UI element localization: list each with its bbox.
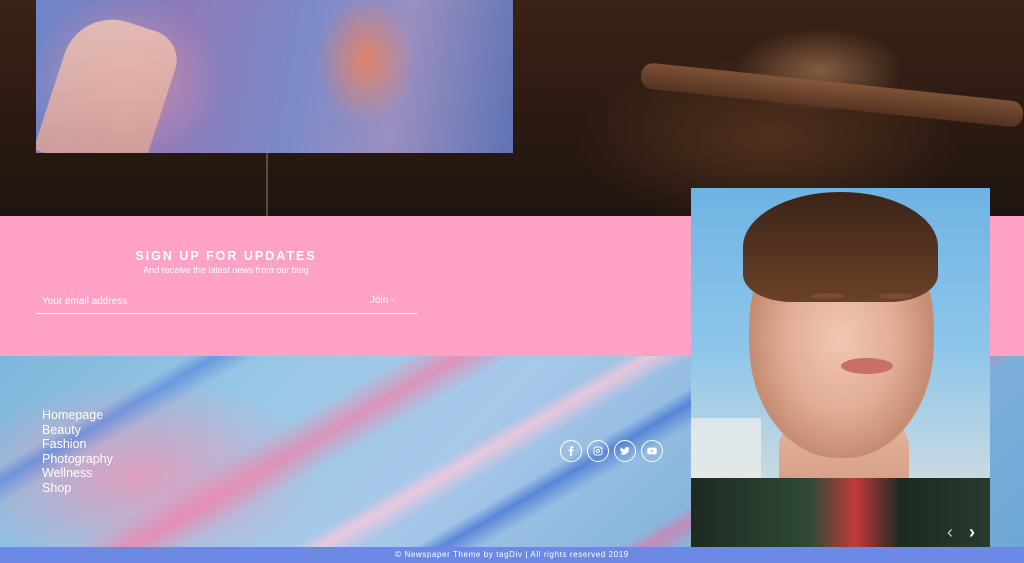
social-links: [560, 440, 663, 462]
slider-next-icon[interactable]: ›: [969, 523, 975, 541]
footer-link-fashion[interactable]: Fashion: [42, 437, 113, 452]
youtube-icon[interactable]: [641, 440, 663, 462]
join-button[interactable]: Join -: [370, 292, 394, 310]
portrait-eye: [879, 293, 913, 299]
featured-portrait[interactable]: [691, 188, 990, 547]
footer-link-shop[interactable]: Shop: [42, 481, 113, 496]
signup-title: SIGN UP FOR UPDATES: [135, 249, 317, 263]
hero-photo-figure: [36, 6, 185, 153]
copyright-bar: © Newspaper Theme by tagDiv | All rights…: [0, 547, 1024, 563]
portrait-eye: [811, 293, 845, 299]
hero-photo[interactable]: [36, 0, 513, 153]
portrait-mouth: [841, 358, 893, 374]
footer-nav: Homepage Beauty Fashion Photography Well…: [42, 408, 113, 495]
twitter-icon[interactable]: [614, 440, 636, 462]
portrait-hair: [743, 192, 938, 302]
footer-link-beauty[interactable]: Beauty: [42, 423, 113, 438]
hero-line: [266, 150, 268, 216]
email-input[interactable]: [36, 292, 362, 310]
slider-prev-icon[interactable]: ‹: [947, 523, 953, 541]
portrait-shirt: [691, 478, 990, 547]
hero-perch: [639, 62, 1024, 128]
hero-background: [0, 0, 1024, 216]
instagram-icon[interactable]: [587, 440, 609, 462]
footer-link-photography[interactable]: Photography: [42, 452, 113, 467]
facebook-icon[interactable]: [560, 440, 582, 462]
email-underline: [36, 313, 417, 314]
footer-link-wellness[interactable]: Wellness: [42, 466, 113, 481]
signup-subtitle: And receive the latest news from our blo…: [143, 265, 309, 275]
footer-link-homepage[interactable]: Homepage: [42, 408, 113, 423]
